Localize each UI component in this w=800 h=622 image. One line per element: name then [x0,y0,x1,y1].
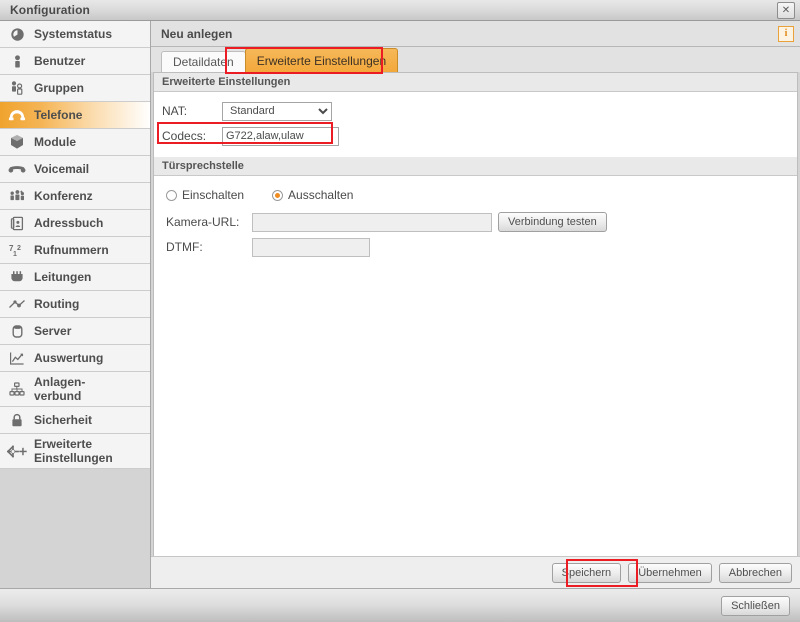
sidebar-item-server[interactable]: Server [0,318,150,345]
sidebar-item-erweiterte-einstellungen[interactable]: Erweiterte Einstellungen [0,434,150,469]
chart-line-icon [0,351,34,366]
page-title: Neu anlegen [161,27,232,41]
close-window-button[interactable]: Schließen [721,596,790,616]
conference-icon [0,189,34,204]
users-group-icon [0,80,34,96]
network-tree-icon [0,382,34,397]
sidebar-item-label: Rufnummern [34,243,109,257]
window-close-button[interactable]: ✕ [777,2,795,19]
radio-circle-selected-icon [272,190,283,201]
main-panel: Neu anlegen i Detaildaten Erweiterte Ein… [151,21,800,588]
user-icon [0,54,34,69]
section-body-tuersprechstelle: Einschalten Ausschalten Kamera-URL: Verb… [154,176,797,262]
configuration-window: Konfiguration ✕ Systemstatus Benutzer [0,0,800,622]
section-body-erweiterte-einstellungen: NAT: Standard Codecs: [154,92,797,157]
codecs-label: Codecs: [162,129,222,143]
svg-text:1: 1 [13,251,17,258]
sidebar-item-label: Gruppen [34,81,84,95]
sidebar-item-label: Adressbuch [34,216,103,230]
radio-einschalten[interactable]: Einschalten [166,188,244,202]
kamera-url-input[interactable] [252,213,492,232]
routing-icon [0,297,34,311]
numbers-icon: 712 [0,243,34,258]
voicemail-handset-icon [0,163,34,175]
tuersprechstelle-radio-group: Einschalten Ausschalten [154,176,797,212]
sidebar-item-module[interactable]: Module [0,129,150,156]
window-footer: Schließen [0,588,800,622]
sidebar-empty-area [0,469,150,588]
radio-circle-icon [166,190,177,201]
sidebar-item-label: Systemstatus [34,27,112,41]
nat-row: NAT: Standard [162,101,797,121]
sidebar-item-anlagenverbund[interactable]: Anlagen- verbund [0,372,150,407]
cancel-button[interactable]: Abbrechen [719,563,792,583]
sidebar-item-konferenz[interactable]: Konferenz [0,183,150,210]
apply-button[interactable]: Übernehmen [628,563,712,583]
sidebar-item-label: Anlagen- verbund [34,375,85,403]
tab-erweiterte-einstellungen[interactable]: Erweiterte Einstellungen [245,48,398,72]
kamera-url-label: Kamera-URL: [166,215,252,229]
telephone-icon [0,107,34,123]
main-header: Neu anlegen i [151,21,800,47]
window-titlebar: Konfiguration ✕ [0,0,800,21]
advanced-settings-icon [0,444,34,459]
sidebar-item-leitungen[interactable]: Leitungen [0,264,150,291]
addressbook-icon [0,216,34,231]
sidebar-item-adressbuch[interactable]: Adressbuch [0,210,150,237]
sidebar-nav: Systemstatus Benutzer Gruppen [0,21,151,588]
radio-label: Ausschalten [288,188,353,202]
radio-label: Einschalten [182,188,244,202]
status-clock-icon [0,27,34,42]
save-button[interactable]: Speichern [552,563,622,583]
sidebar-item-label: Module [34,135,76,149]
info-icon[interactable]: i [778,26,794,42]
sidebar-item-label: Server [34,324,71,338]
svg-text:2: 2 [17,245,21,252]
nat-label: NAT: [162,104,222,118]
radio-ausschalten[interactable]: Ausschalten [272,188,353,202]
module-cube-icon [0,134,34,150]
window-body: Systemstatus Benutzer Gruppen [0,21,800,588]
codecs-input[interactable] [222,127,339,146]
sidebar-item-label: Konferenz [34,189,93,203]
sidebar-item-sicherheit[interactable]: Sicherheit [0,407,150,434]
sidebar-item-rufnummern[interactable]: 712 Rufnummern [0,237,150,264]
form-content: Erweiterte Einstellungen NAT: Standard C… [153,72,798,556]
window-title: Konfiguration [10,3,90,17]
sidebar-item-systemstatus[interactable]: Systemstatus [0,21,150,48]
sidebar-item-label: Leitungen [34,270,91,284]
form-button-bar: Speichern Übernehmen Abbrechen [151,556,800,588]
section-header-erweiterte-einstellungen: Erweiterte Einstellungen [154,73,797,92]
dtmf-input[interactable] [252,238,370,257]
close-icon: ✕ [782,6,790,16]
nat-select[interactable]: Standard [222,102,332,121]
codecs-row: Codecs: [162,126,797,146]
lines-connector-icon [0,270,34,284]
sidebar-item-auswertung[interactable]: Auswertung [0,345,150,372]
tab-bar: Detaildaten Erweiterte Einstellungen [151,47,800,72]
sidebar-item-gruppen[interactable]: Gruppen [0,75,150,102]
sidebar-item-label: Sicherheit [34,413,92,427]
sidebar-item-label: Voicemail [34,162,89,176]
lock-icon [0,413,34,428]
sidebar-item-label: Benutzer [34,54,85,68]
sidebar-item-benutzer[interactable]: Benutzer [0,48,150,75]
server-icon [0,324,34,339]
sidebar-item-label: Auswertung [34,351,103,365]
dtmf-label: DTMF: [166,240,252,254]
section-header-tuersprechstelle: Türsprechstelle [154,157,797,176]
dtmf-row: DTMF: [166,237,797,257]
sidebar-item-label: Routing [34,297,79,311]
sidebar-item-label: Telefone [34,108,82,122]
sidebar-item-voicemail[interactable]: Voicemail [0,156,150,183]
sidebar-item-label: Erweiterte Einstellungen [34,437,113,465]
tab-detaildaten[interactable]: Detaildaten [161,51,246,72]
kamera-url-row: Kamera-URL: Verbindung testen [166,212,797,232]
sidebar-item-routing[interactable]: Routing [0,291,150,318]
sidebar-item-telefone[interactable]: Telefone [0,102,150,129]
verbindung-testen-button[interactable]: Verbindung testen [498,212,607,232]
